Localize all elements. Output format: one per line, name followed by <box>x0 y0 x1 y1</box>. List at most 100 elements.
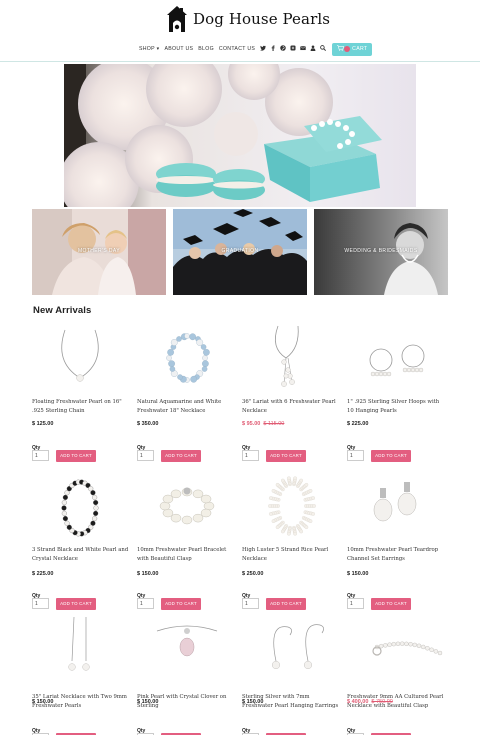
product-price: $ 150.00 <box>137 699 159 705</box>
sale-price: $ 400.00 <box>347 699 369 705</box>
cart-icon <box>337 45 345 53</box>
product-card[interactable]: High Luster 5 Strand Rice Pearl Necklace… <box>242 470 342 612</box>
product-price: $ 125.00 <box>32 421 54 427</box>
add-to-cart-button[interactable]: ADD TO CART <box>266 450 306 462</box>
instagram-icon[interactable] <box>290 45 296 53</box>
strand-necklace-icon <box>372 641 443 656</box>
section-title: New Arrivals <box>33 305 92 316</box>
cart-count-badge <box>344 46 351 52</box>
product-image[interactable] <box>347 470 447 544</box>
product-image[interactable] <box>242 470 342 544</box>
nav-blog[interactable]: BLOG <box>198 46 214 52</box>
product-image[interactable] <box>137 322 237 396</box>
qty-input[interactable] <box>137 450 154 461</box>
product-image[interactable] <box>242 322 342 396</box>
product-card[interactable]: Pink Pearl with Crystal Clover on Sterli… <box>137 617 237 735</box>
main-nav: SHOP ▾ ABOUT US BLOG CONTACT US CART <box>139 42 373 56</box>
twitter-icon[interactable] <box>260 45 267 53</box>
hero-banner[interactable] <box>64 64 416 207</box>
category-tiles: MOTHER'S DAY GRADUATION WEDDING & BRIDES… <box>32 209 448 295</box>
cart-button[interactable]: CART <box>332 42 373 56</box>
logo[interactable]: Dog House Pearls <box>166 5 330 33</box>
product-name[interactable]: Floating Freshwater Pearl on 16" .925 St… <box>32 398 132 415</box>
product-price: $ 150.00 <box>32 699 54 705</box>
product-card[interactable]: 1" .925 Sterling Silver Hoops with 10 Ha… <box>347 322 447 464</box>
add-to-cart-button[interactable]: ADD TO CART <box>266 598 306 610</box>
product-name[interactable]: 3 Strand Black and White Pearl and Cryst… <box>32 546 132 563</box>
pink-pearl-pendant-icon <box>156 625 218 657</box>
category-tile-wedding[interactable]: WEDDING & BRIDESMAIDS <box>314 209 448 295</box>
category-label: WEDDING & BRIDESMAIDS <box>344 248 418 254</box>
lariat-two-pearls-icon <box>68 616 90 671</box>
search-icon[interactable] <box>320 45 327 53</box>
product-card[interactable]: Freshwater 9mm AA Cultured Pearl Necklac… <box>347 617 447 735</box>
product-name[interactable]: 36" Lariat with 6 Freshwater Pearl Neckl… <box>242 398 342 415</box>
sale-price: $ 95.00 <box>242 421 261 427</box>
qty-input[interactable] <box>137 598 154 609</box>
product-card[interactable]: 10mm Freshwater Pearl Teardrop Channel S… <box>347 470 447 612</box>
product-card[interactable]: Natural Aquamarine and White Freshwater … <box>137 322 237 464</box>
nav-about-us[interactable]: ABOUT US <box>164 46 193 52</box>
product-price: $ 400.00 $ 750.00 <box>347 699 393 705</box>
brand-name: Dog House Pearls <box>193 10 331 28</box>
product-card[interactable]: Sterling Silver with 7mm Freshwater Pear… <box>242 617 342 735</box>
add-to-cart-button[interactable]: ADD TO CART <box>56 450 96 462</box>
product-price: $ 150.00 <box>347 571 369 577</box>
product-name[interactable]: Natural Aquamarine and White Freshwater … <box>137 398 237 415</box>
product-name[interactable]: 1" .925 Sterling Silver Hoops with 10 Ha… <box>347 398 447 415</box>
add-to-cart-button[interactable]: ADD TO CART <box>161 598 201 610</box>
product-card[interactable]: 36" Lariat with 6 Freshwater Pearl Neckl… <box>242 322 342 464</box>
qty-input[interactable] <box>347 598 364 609</box>
qty-input[interactable] <box>32 598 49 609</box>
category-tile-graduation[interactable]: GRADUATION <box>173 209 307 295</box>
pinterest-icon[interactable] <box>280 45 286 53</box>
pearl-bracelet-icon <box>159 487 215 525</box>
category-label: MOTHER'S DAY <box>77 248 121 254</box>
product-image[interactable] <box>242 617 342 691</box>
product-image[interactable] <box>137 470 237 544</box>
account-icon[interactable] <box>310 45 316 53</box>
site-header: Dog House Pearls SHOP ▾ ABOUT US BLOG CO… <box>0 0 480 62</box>
add-to-cart-button[interactable]: ADD TO CART <box>161 450 201 462</box>
add-to-cart-button[interactable]: ADD TO CART <box>371 450 411 462</box>
hoop-earrings-icon <box>369 344 425 377</box>
product-price: $ 225.00 <box>32 571 54 577</box>
product-image[interactable] <box>347 322 447 396</box>
product-card[interactable]: 10mm Freshwater Pearl Bracelet with Beau… <box>137 470 237 612</box>
product-card[interactable]: 35" Lariat Necklace with Two 9mm Freshwa… <box>32 616 132 735</box>
product-price: $ 95.00 $ 115.00 <box>242 421 284 427</box>
product-price: $ 250.00 <box>242 571 264 577</box>
category-tile-mothers-day[interactable]: MOTHER'S DAY <box>32 209 166 295</box>
qty-input[interactable] <box>242 450 259 461</box>
qty-input[interactable] <box>347 450 364 461</box>
qty-input[interactable] <box>242 598 259 609</box>
original-price: $ 115.00 <box>263 421 285 427</box>
qty-input[interactable] <box>32 450 49 461</box>
add-to-cart-button[interactable]: ADD TO CART <box>56 598 96 610</box>
product-name[interactable]: High Luster 5 Strand Rice Pearl Necklace <box>242 546 342 563</box>
product-image[interactable] <box>32 616 132 691</box>
hero-image <box>64 64 416 207</box>
nav-shop[interactable]: SHOP ▾ <box>139 46 159 52</box>
dog-house-logo-icon <box>166 5 188 33</box>
hanging-earrings-icon <box>272 624 324 670</box>
product-card[interactable]: Floating Freshwater Pearl on 16" .925 St… <box>32 322 132 464</box>
product-name[interactable]: 10mm Freshwater Pearl Teardrop Channel S… <box>347 546 447 563</box>
category-label: GRADUATION <box>221 248 259 254</box>
product-price: $ 150.00 <box>137 571 159 577</box>
product-card[interactable]: 3 Strand Black and White Pearl and Cryst… <box>32 470 132 612</box>
product-image[interactable] <box>32 470 132 544</box>
original-price: $ 750.00 <box>371 699 393 705</box>
product-image[interactable] <box>32 322 132 396</box>
aquamarine-necklace-icon <box>166 333 210 383</box>
teardrop-earrings-icon <box>373 482 417 522</box>
nav-contact-us[interactable]: CONTACT US <box>219 46 255 52</box>
product-name[interactable]: 10mm Freshwater Pearl Bracelet with Beau… <box>137 546 237 563</box>
product-image[interactable] <box>137 617 237 691</box>
product-price: $ 225.00 <box>347 421 369 427</box>
email-icon[interactable] <box>300 45 306 53</box>
add-to-cart-button[interactable]: ADD TO CART <box>371 598 411 610</box>
facebook-icon[interactable] <box>270 45 276 53</box>
product-image[interactable] <box>347 617 447 691</box>
nav-shop-label: SHOP <box>139 46 155 52</box>
